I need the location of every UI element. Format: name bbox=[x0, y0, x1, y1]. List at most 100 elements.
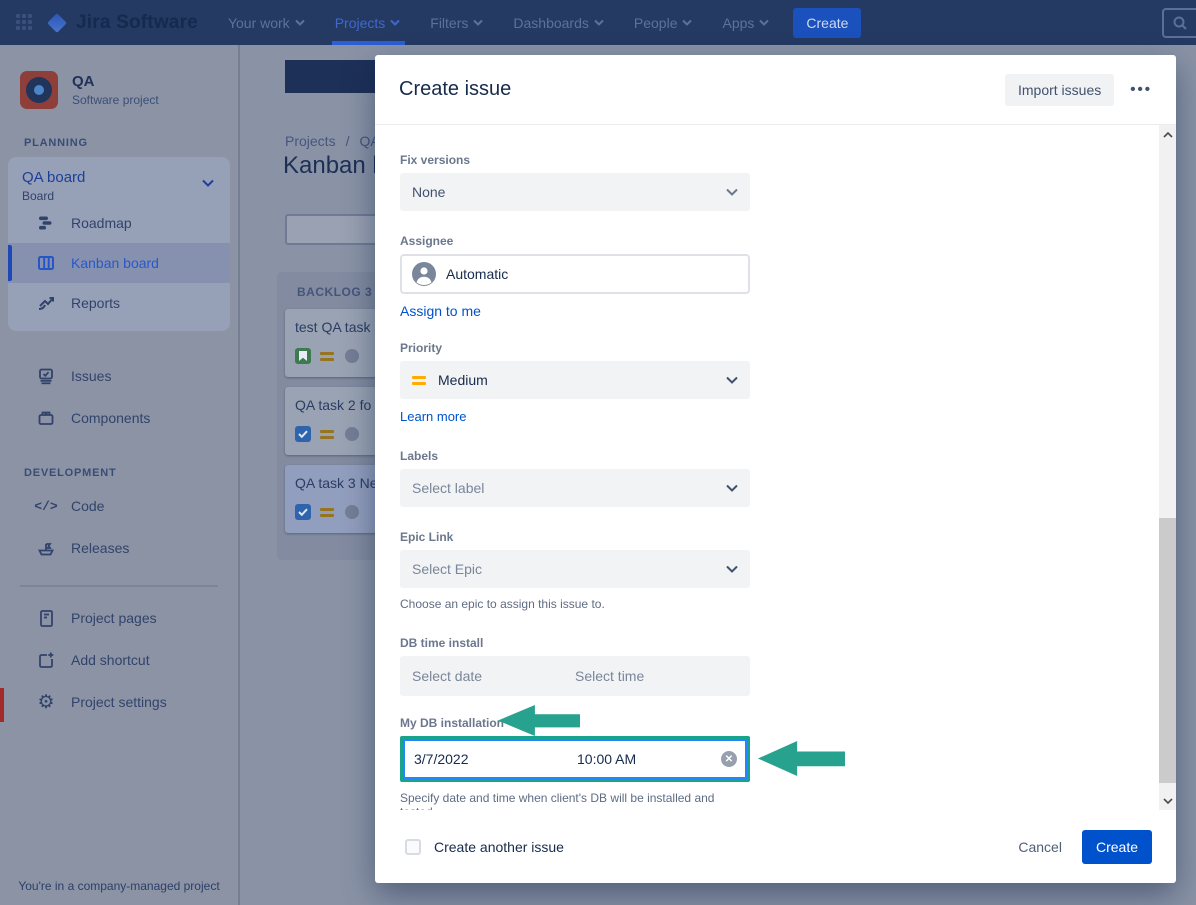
field-priority: Priority Medium Learn more bbox=[400, 341, 750, 426]
priority-medium-icon bbox=[320, 508, 334, 517]
field-label: Epic Link bbox=[400, 530, 750, 544]
priority-medium-icon bbox=[320, 430, 334, 439]
chevron-down-icon bbox=[390, 19, 400, 26]
nav-search-input[interactable] bbox=[1162, 8, 1196, 38]
time-value[interactable]: 10:00 AM bbox=[577, 751, 636, 767]
avatar bbox=[345, 349, 359, 363]
sidebar-item-project-pages[interactable]: Project pages bbox=[0, 597, 238, 639]
sidebar-item-kanban-board[interactable]: Kanban board bbox=[8, 243, 230, 283]
nav-item-projects[interactable]: Projects bbox=[335, 0, 401, 45]
kanban-board-icon bbox=[36, 253, 56, 273]
chevron-down-icon bbox=[726, 376, 738, 384]
add-shortcut-icon bbox=[36, 650, 56, 670]
story-type-icon bbox=[295, 348, 311, 364]
field-labels: Labels Select label bbox=[400, 449, 750, 507]
sidebar-item-components[interactable]: Components bbox=[0, 397, 238, 439]
dialog-header: Create issue Import issues ••• bbox=[375, 55, 1176, 125]
project-sidebar: QA Software project PLANNING QA board Bo… bbox=[0, 45, 240, 905]
field-label: Labels bbox=[400, 449, 750, 463]
learn-more-link[interactable]: Learn more bbox=[400, 409, 466, 424]
sidebar-divider bbox=[20, 585, 218, 587]
field-help-text: Specify date and time when client's DB w… bbox=[400, 791, 750, 810]
scrollbar-down-button[interactable] bbox=[1159, 793, 1176, 808]
dialog-footer: Create another issue Cancel Create bbox=[375, 810, 1176, 883]
sidebar-item-label: Releases bbox=[71, 540, 129, 556]
field-assignee: Assignee Automatic Assign to me bbox=[400, 234, 750, 321]
date-value[interactable]: 3/7/2022 bbox=[403, 751, 577, 767]
create-another-checkbox[interactable] bbox=[405, 839, 421, 855]
field-db-time-install: DB time install Select date Select time bbox=[400, 636, 750, 696]
planning-section-label: PLANNING bbox=[24, 137, 238, 149]
selected-value: Automatic bbox=[446, 266, 508, 282]
field-epic-link: Epic Link Select Epic Choose an epic to … bbox=[400, 530, 750, 611]
sidebar-item-code[interactable]: </> Code bbox=[0, 485, 238, 527]
my-db-installation-input[interactable]: 3/7/2022 10:00 AM ✕ bbox=[400, 736, 750, 782]
jira-logo[interactable]: Jira Software bbox=[50, 12, 198, 34]
sidebar-item-label: Code bbox=[71, 498, 104, 514]
breadcrumb-projects[interactable]: Projects bbox=[285, 133, 336, 149]
fix-versions-select[interactable]: None bbox=[400, 173, 750, 211]
dialog-scrollbar[interactable] bbox=[1159, 125, 1176, 810]
placeholder-value: Select Epic bbox=[412, 561, 482, 577]
gear-icon: ⚙ bbox=[36, 692, 56, 712]
epic-link-select[interactable]: Select Epic bbox=[400, 550, 750, 588]
board-type: Board bbox=[22, 189, 216, 203]
sidebar-item-roadmap[interactable]: Roadmap bbox=[8, 203, 230, 243]
create-button[interactable]: Create bbox=[1082, 830, 1152, 864]
field-label: Fix versions bbox=[400, 153, 750, 167]
dialog-title: Create issue bbox=[399, 78, 511, 101]
assign-to-me-link[interactable]: Assign to me bbox=[400, 303, 481, 319]
board-switcher[interactable]: QA board Board bbox=[8, 169, 230, 203]
sidebar-item-label: Kanban board bbox=[71, 255, 159, 271]
app-switcher-icon[interactable] bbox=[16, 14, 34, 32]
sidebar-item-label: Reports bbox=[71, 295, 120, 311]
top-navigation: Jira Software Your work Projects Filters… bbox=[0, 0, 1196, 45]
search-icon bbox=[1172, 15, 1188, 31]
clear-field-icon[interactable]: ✕ bbox=[721, 751, 737, 767]
nav-item-people[interactable]: People bbox=[634, 0, 693, 45]
selected-value: None bbox=[412, 184, 445, 200]
scrollbar-thumb[interactable] bbox=[1159, 518, 1176, 783]
time-placeholder[interactable]: Select time bbox=[575, 668, 644, 684]
more-options-button[interactable]: ••• bbox=[1130, 81, 1152, 98]
releases-icon bbox=[36, 538, 56, 558]
project-avatar bbox=[20, 71, 58, 109]
board-name: QA board bbox=[22, 169, 216, 186]
screen-edge-artifact bbox=[0, 688, 4, 722]
nav-item-dashboards[interactable]: Dashboards bbox=[513, 0, 604, 45]
user-avatar-icon bbox=[412, 262, 436, 286]
sidebar-item-reports[interactable]: Reports bbox=[8, 283, 230, 323]
sidebar-item-releases[interactable]: Releases bbox=[0, 527, 238, 569]
nav-item-apps[interactable]: Apps bbox=[722, 0, 769, 45]
selected-value: Medium bbox=[438, 372, 488, 388]
components-icon bbox=[36, 408, 56, 428]
nav-create-button[interactable]: Create bbox=[793, 8, 861, 38]
import-issues-button[interactable]: Import issues bbox=[1005, 74, 1114, 106]
sidebar-item-label: Project settings bbox=[71, 694, 167, 710]
chevron-down-icon bbox=[759, 19, 769, 26]
priority-medium-icon bbox=[320, 352, 334, 361]
roadmap-icon bbox=[36, 213, 56, 233]
cancel-button[interactable]: Cancel bbox=[1018, 839, 1062, 855]
brand-name: Jira Software bbox=[76, 12, 198, 34]
priority-select[interactable]: Medium bbox=[400, 361, 750, 399]
db-time-install-input[interactable]: Select date Select time bbox=[400, 656, 750, 696]
scrollbar-up-button[interactable] bbox=[1159, 127, 1176, 142]
sidebar-item-project-settings[interactable]: ⚙ Project settings bbox=[0, 681, 238, 723]
assignee-select[interactable]: Automatic bbox=[400, 254, 750, 294]
managed-project-note: You're in a company-managed project bbox=[0, 879, 238, 893]
sidebar-item-label: Add shortcut bbox=[71, 652, 150, 668]
project-header[interactable]: QA Software project bbox=[20, 71, 238, 109]
avatar bbox=[345, 427, 359, 441]
nav-item-filters[interactable]: Filters bbox=[430, 0, 483, 45]
breadcrumb-separator: / bbox=[346, 133, 350, 149]
labels-select[interactable]: Select label bbox=[400, 469, 750, 507]
task-type-icon bbox=[295, 426, 311, 442]
project-name: QA bbox=[72, 73, 159, 90]
date-placeholder[interactable]: Select date bbox=[400, 668, 575, 684]
sidebar-item-issues[interactable]: Issues bbox=[0, 355, 238, 397]
create-another-label: Create another issue bbox=[434, 839, 564, 855]
chevron-down-icon bbox=[726, 484, 738, 492]
nav-item-your-work[interactable]: Your work bbox=[228, 0, 305, 45]
sidebar-item-add-shortcut[interactable]: Add shortcut bbox=[0, 639, 238, 681]
